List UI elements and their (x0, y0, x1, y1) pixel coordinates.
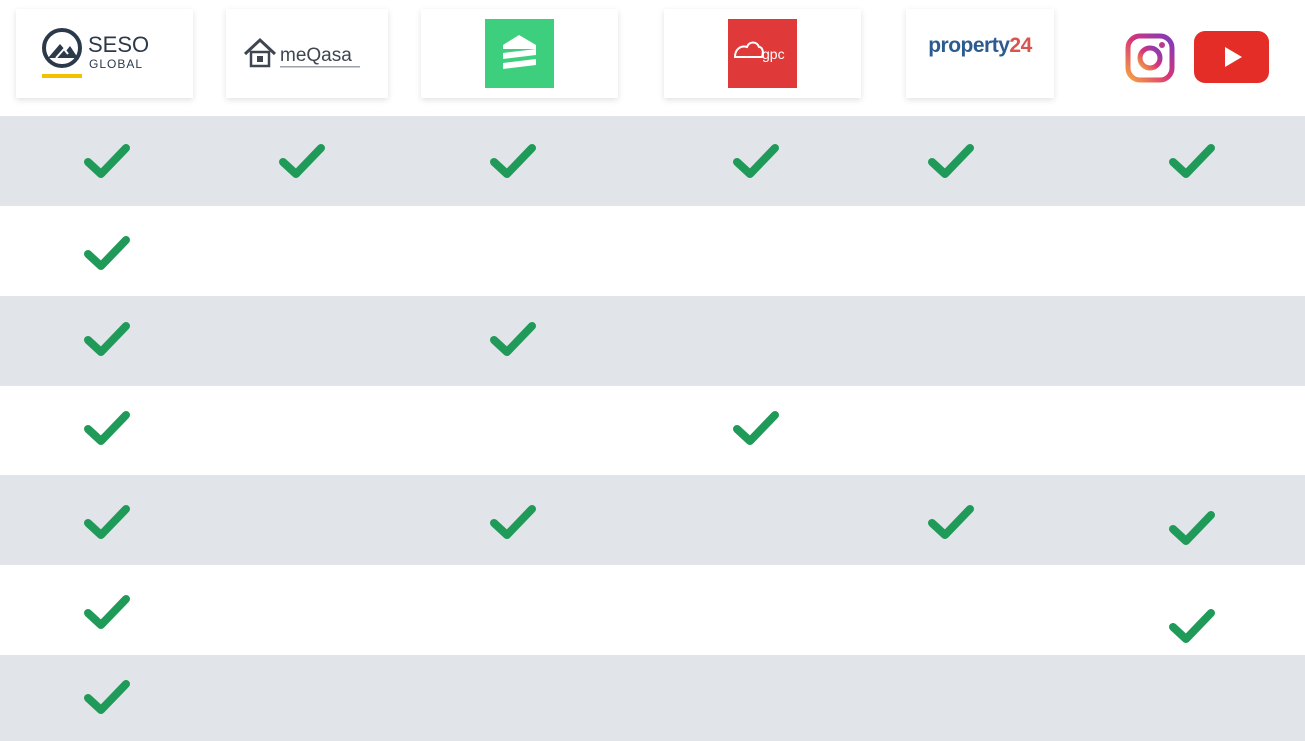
checkmark-icon (84, 236, 130, 270)
checkmark-icon (928, 505, 974, 539)
seso-accent-bar (41, 73, 82, 78)
checkmark-icon (1169, 511, 1215, 545)
checkmark-icon (84, 595, 130, 629)
table-row (0, 655, 1305, 741)
checkmark-icon (490, 322, 536, 356)
property24-name: property (928, 33, 1010, 57)
checkmark-icon (733, 411, 779, 445)
checkmark-icon (279, 144, 325, 178)
table-row (0, 386, 1305, 476)
youtube-icon (1194, 31, 1269, 83)
checkmark-icon (490, 505, 536, 539)
logo-card-gpc: gpc (664, 9, 861, 98)
seso-global-logo: SESO GLOBAL (41, 27, 149, 78)
brand-header: SESO GLOBAL meQasa gpc property24 (0, 0, 1305, 116)
property24-logo: property24 (928, 34, 1032, 58)
checkmark-icon (1169, 144, 1215, 178)
gpc-name: gpc (762, 46, 785, 62)
checkmark-icon (928, 144, 974, 178)
checkmark-icon (84, 411, 130, 445)
logo-card-social (1121, 9, 1283, 98)
meqasa-name: meQasa (280, 45, 352, 66)
instagram-icon (1125, 33, 1175, 83)
property24-number: 24 (1009, 33, 1032, 57)
comparison-table (0, 116, 1305, 741)
meqasa-logo: meQasa (243, 37, 360, 67)
logo-card-meqasa: meQasa (226, 9, 388, 98)
checkmark-icon (84, 322, 130, 356)
logo-card-seso-global: SESO GLOBAL (16, 9, 193, 98)
table-row (0, 116, 1305, 206)
gpc-logo: gpc (728, 19, 797, 88)
seso-name: SESO (88, 32, 149, 57)
table-row (0, 296, 1305, 386)
checkmark-icon (733, 144, 779, 178)
checkmark-icon (84, 144, 130, 178)
checkmark-icon (1169, 609, 1215, 643)
seso-subname: GLOBAL (89, 57, 143, 71)
logo-card-property24: property24 (906, 9, 1054, 98)
checkmark-icon (84, 505, 130, 539)
table-row (0, 206, 1305, 296)
checkmark-icon (490, 144, 536, 178)
logo-card-green-brand (421, 9, 618, 98)
checkmark-icon (84, 680, 130, 714)
table-row (0, 475, 1305, 565)
green-brand-logo (485, 19, 554, 88)
social-logos (1125, 27, 1282, 98)
table-row (0, 565, 1305, 655)
